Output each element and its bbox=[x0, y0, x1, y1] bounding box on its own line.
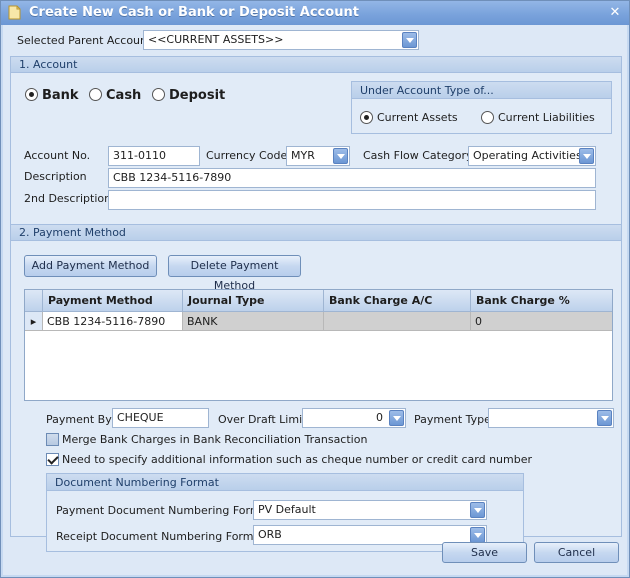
merge-charges-label[interactable]: Merge Bank Charges in Bank Reconciliatio… bbox=[62, 433, 367, 446]
overdraft-limit-value: 0 bbox=[376, 411, 383, 424]
row-selector-icon[interactable]: ▸ bbox=[25, 312, 43, 331]
parent-account-value: <<CURRENT ASSETS>> bbox=[148, 33, 284, 46]
payment-by-label: Payment By bbox=[46, 413, 112, 426]
need-info-label[interactable]: Need to specify additional information s… bbox=[62, 453, 532, 466]
account-no-label: Account No. bbox=[24, 149, 91, 162]
cash-radio-label[interactable]: Cash bbox=[106, 88, 141, 103]
second-description-label: 2nd Description bbox=[24, 192, 112, 205]
window-title: Create New Cash or Bank or Deposit Accou… bbox=[29, 5, 359, 20]
payment-numbering-label: Payment Document Numbering Format bbox=[56, 504, 272, 517]
current-liabilities-label[interactable]: Current Liabilities bbox=[498, 111, 595, 124]
merge-charges-checkbox[interactable] bbox=[46, 433, 59, 446]
document-icon bbox=[8, 5, 21, 20]
bank-radio[interactable] bbox=[25, 88, 38, 101]
payment-method-grid[interactable]: Payment Method Journal Type Bank Charge … bbox=[24, 289, 613, 401]
chevron-down-icon[interactable] bbox=[597, 410, 612, 426]
dialog-body: Selected Parent Account <<CURRENT ASSETS… bbox=[3, 25, 627, 575]
chevron-down-icon[interactable] bbox=[470, 502, 485, 518]
payment-type-label: Payment Type bbox=[414, 413, 491, 426]
title-bar[interactable]: Create New Cash or Bank or Deposit Accou… bbox=[1, 1, 629, 25]
document-numbering-header: Document Numbering Format bbox=[47, 474, 523, 491]
cancel-button[interactable]: Cancel bbox=[534, 542, 619, 563]
under-account-type-group: Under Account Type of... Current Assets … bbox=[351, 81, 612, 134]
under-account-type-header: Under Account Type of... bbox=[352, 82, 611, 99]
receipt-numbering-value: ORB bbox=[258, 528, 282, 541]
cash-flow-category-select[interactable]: Operating Activities bbox=[468, 146, 596, 166]
cash-radio[interactable] bbox=[89, 88, 102, 101]
parent-account-label: Selected Parent Account bbox=[17, 34, 152, 47]
payment-by-input[interactable]: CHEQUE bbox=[112, 408, 209, 428]
chevron-down-icon[interactable] bbox=[470, 527, 485, 543]
chevron-down-icon[interactable] bbox=[579, 148, 594, 164]
parent-account-select[interactable]: <<CURRENT ASSETS>> bbox=[143, 30, 419, 50]
overdraft-limit-label: Over Draft Limit bbox=[218, 413, 307, 426]
currency-code-select[interactable]: MYR bbox=[286, 146, 350, 166]
grid-header-payment-method[interactable]: Payment Method bbox=[43, 290, 183, 312]
grid-corner bbox=[25, 290, 43, 312]
account-section-header: 1. Account bbox=[11, 57, 621, 73]
grid-header-journal-type[interactable]: Journal Type bbox=[183, 290, 324, 312]
close-icon[interactable]: ✕ bbox=[608, 6, 622, 20]
currency-code-label: Currency Code bbox=[206, 149, 288, 162]
current-assets-label[interactable]: Current Assets bbox=[377, 111, 458, 124]
receipt-numbering-label: Receipt Document Numbering Format bbox=[56, 530, 265, 543]
currency-code-value: MYR bbox=[291, 149, 315, 162]
grid-cell-bank-charge-ac[interactable] bbox=[324, 312, 471, 331]
payment-numbering-value: PV Default bbox=[258, 503, 316, 516]
chevron-down-icon[interactable] bbox=[389, 410, 404, 426]
deposit-radio-label[interactable]: Deposit bbox=[169, 88, 225, 103]
account-no-input[interactable]: 311-0110 bbox=[108, 146, 200, 166]
grid-cell-bank-charge-pct[interactable]: 0 bbox=[471, 312, 612, 331]
need-info-checkbox[interactable] bbox=[46, 453, 59, 466]
current-liabilities-radio[interactable] bbox=[481, 111, 494, 124]
add-payment-method-button[interactable]: Add Payment Method bbox=[24, 255, 157, 277]
dialog-window: Create New Cash or Bank or Deposit Accou… bbox=[0, 0, 630, 578]
payment-method-section: 2. Payment Method Add Payment Method Del… bbox=[10, 224, 622, 552]
account-section: 1. Account Bank Cash Deposit Under Accou… bbox=[10, 56, 622, 239]
document-numbering-group: Document Numbering Format Payment Docume… bbox=[46, 473, 524, 552]
grid-cell-payment-method[interactable]: CBB 1234-5116-7890 bbox=[43, 312, 183, 331]
grid-header-bank-charge-pct[interactable]: Bank Charge % bbox=[471, 290, 612, 312]
current-assets-radio[interactable] bbox=[360, 111, 373, 124]
delete-payment-method-button[interactable]: Delete Payment Method bbox=[168, 255, 301, 292]
second-description-input[interactable] bbox=[108, 190, 596, 210]
chevron-down-icon[interactable] bbox=[333, 148, 348, 164]
payment-method-section-header: 2. Payment Method bbox=[11, 225, 621, 241]
deposit-radio[interactable] bbox=[152, 88, 165, 101]
bank-radio-label[interactable]: Bank bbox=[42, 88, 79, 103]
payment-numbering-select[interactable]: PV Default bbox=[253, 500, 487, 520]
grid-cell-journal-type[interactable]: BANK bbox=[183, 312, 324, 331]
cash-flow-category-label: Cash Flow Category bbox=[363, 149, 473, 162]
payment-type-select[interactable] bbox=[488, 408, 614, 428]
grid-header-bank-charge-ac[interactable]: Bank Charge A/C bbox=[324, 290, 471, 312]
save-button[interactable]: Save bbox=[442, 542, 527, 563]
description-input[interactable]: CBB 1234-5116-7890 bbox=[108, 168, 596, 188]
chevron-down-icon[interactable] bbox=[402, 32, 417, 48]
overdraft-limit-input[interactable]: 0 bbox=[302, 408, 406, 428]
cash-flow-category-value: Operating Activities bbox=[473, 149, 582, 162]
description-label: Description bbox=[24, 170, 87, 183]
